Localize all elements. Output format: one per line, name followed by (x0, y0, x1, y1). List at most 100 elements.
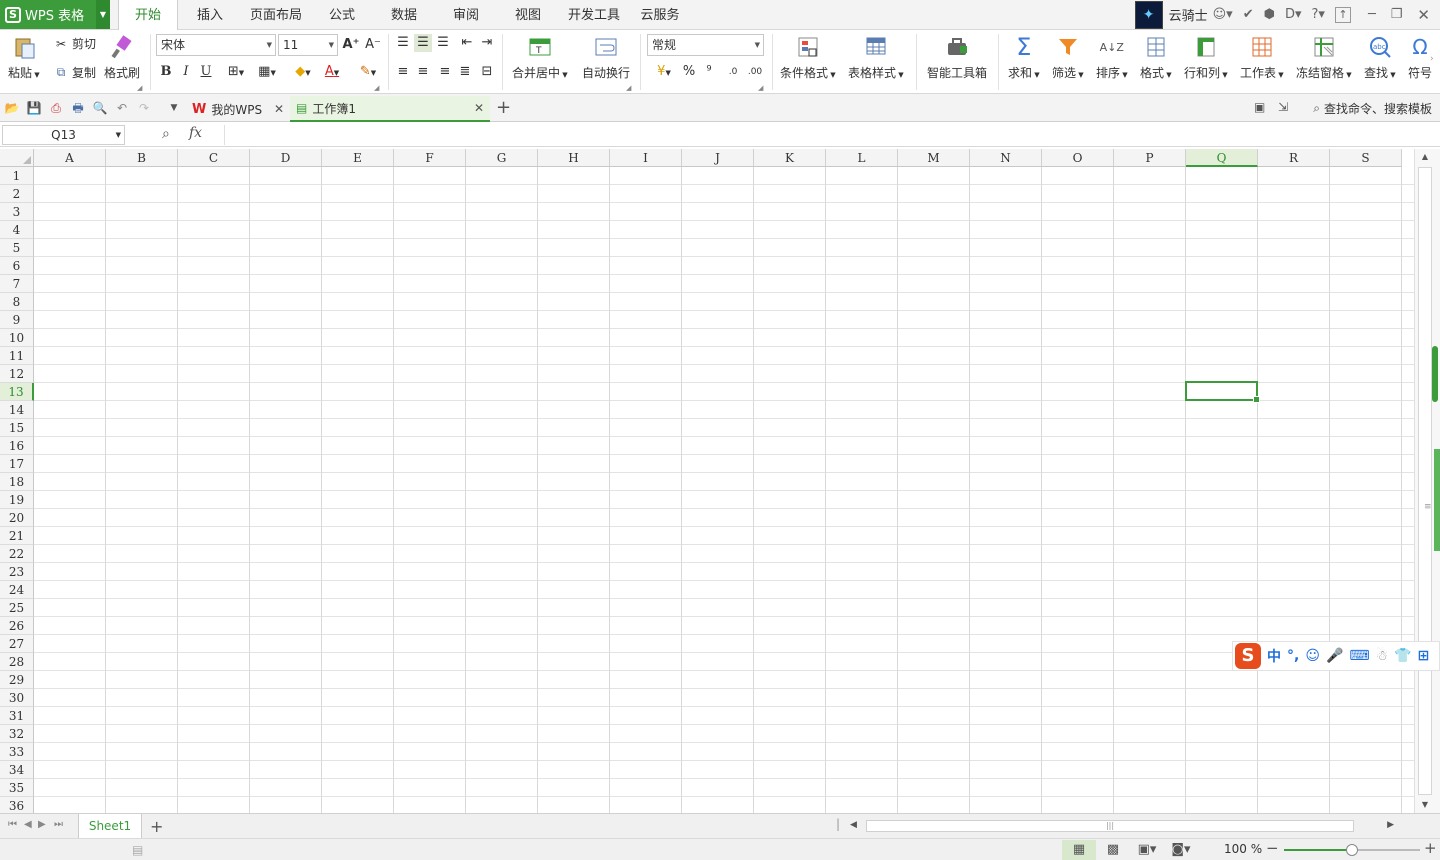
last-sheet-icon[interactable]: ⏭ (54, 819, 63, 830)
minimize-icon[interactable]: ─ (1368, 7, 1376, 22)
column-header[interactable]: C (178, 149, 250, 167)
currency-icon[interactable]: ¥▼ (650, 63, 678, 81)
zoom-slider[interactable] (1284, 844, 1420, 856)
row-header[interactable]: 20 (0, 509, 34, 527)
side-panel-handle[interactable] (1432, 346, 1438, 402)
scroll-down-icon[interactable]: ▼ (1418, 800, 1432, 809)
decrease-font-icon[interactable]: A⁻ (364, 36, 382, 54)
row-header[interactable]: 26 (0, 617, 34, 635)
normal-view-icon[interactable]: ▦ (1062, 840, 1096, 860)
font-name-select[interactable]: 宋体 ▼ (156, 34, 276, 56)
select-all-corner[interactable] (0, 149, 34, 167)
conditional-format-button[interactable]: 条件格式 ▼ (780, 34, 836, 81)
font-size-select[interactable]: 11 ▼ (278, 34, 338, 56)
row-header[interactable]: 32 (0, 725, 34, 743)
column-header[interactable]: I (610, 149, 682, 167)
align-middle-icon[interactable]: ☰ (414, 34, 432, 52)
row-header[interactable]: 29 (0, 671, 34, 689)
increase-indent-icon[interactable]: ⇥ (478, 34, 496, 52)
cell-area[interactable] (34, 167, 1414, 813)
symbol-button[interactable]: Ω 符号 (1408, 34, 1432, 81)
rows-cols-button[interactable]: 行和列 ▼ (1184, 34, 1228, 81)
row-header[interactable]: 19 (0, 491, 34, 509)
column-header[interactable]: F (394, 149, 466, 167)
tab-page-layout[interactable]: 页面布局 (246, 0, 306, 30)
decrease-decimal-icon[interactable]: .00 (746, 63, 764, 81)
vertical-scroll-track[interactable]: ≡ (1418, 167, 1432, 795)
chinese-mode-icon[interactable]: 中 (1267, 646, 1281, 666)
fx-icon[interactable]: fx (189, 125, 202, 141)
app-menu-dropdown-icon[interactable]: ▼ (96, 0, 110, 29)
wrap-text-button[interactable]: 自动换行 (582, 34, 630, 81)
feedback-icon[interactable]: ✔ (1243, 7, 1254, 22)
ime-toolbar[interactable]: S 中 °, ☺ 🎤 ⌨ ☃ 👕 ⊞ (1232, 641, 1440, 671)
tab-view[interactable]: 视图 (506, 0, 550, 30)
column-header[interactable]: L (826, 149, 898, 167)
comma-button[interactable]: ⁹ (700, 63, 718, 81)
row-header[interactable]: 24 (0, 581, 34, 599)
row-header[interactable]: 28 (0, 653, 34, 671)
print-icon[interactable]: 🖶 (70, 100, 86, 116)
keyboard-icon[interactable]: ⌨ (1349, 648, 1369, 664)
close-tab-icon[interactable]: ✕ (274, 102, 284, 116)
first-sheet-icon[interactable]: ⏮ (8, 819, 17, 830)
align-right-icon[interactable]: ≡ (436, 63, 454, 81)
row-header[interactable]: 3 (0, 203, 34, 221)
row-header[interactable]: 7 (0, 275, 34, 293)
settings-icon[interactable]: ⬢ (1264, 7, 1275, 22)
new-tab-icon[interactable]: + (496, 97, 511, 118)
scroll-left-icon[interactable]: ◀ (850, 820, 857, 830)
font-color-icon[interactable]: A▼ (318, 63, 346, 81)
zoom-level[interactable]: 100 % (1224, 842, 1262, 856)
format-button[interactable]: 格式 ▼ (1140, 34, 1172, 81)
document-status-icon[interactable]: ▤ (132, 843, 143, 857)
row-header[interactable]: 36 (0, 797, 34, 813)
side-panel-tab[interactable] (1434, 449, 1440, 551)
cell-style-icon[interactable]: ▦▼ (253, 63, 281, 81)
scroll-up-icon[interactable]: ▲ (1418, 152, 1432, 161)
tab-review[interactable]: 审阅 (444, 0, 488, 30)
add-sheet-icon[interactable]: + (150, 817, 163, 836)
row-header[interactable]: 5 (0, 239, 34, 257)
number-launcher-icon[interactable]: ◢ (758, 84, 763, 92)
row-header[interactable]: 34 (0, 761, 34, 779)
border-icon[interactable]: ⊞▼ (222, 63, 250, 81)
clipboard-launcher-icon[interactable]: ◢ (137, 84, 142, 92)
close-icon[interactable]: ✕ (1417, 6, 1430, 24)
merge-center-button[interactable]: T 合并居中 ▼ (512, 34, 568, 81)
row-header[interactable]: 33 (0, 743, 34, 761)
tab-my-wps[interactable]: W 我的WPS ✕ (186, 96, 290, 122)
row-header[interactable]: 22 (0, 545, 34, 563)
row-header[interactable]: 11 (0, 347, 34, 365)
tab-home[interactable]: 开始 (118, 0, 178, 31)
row-header[interactable]: 18 (0, 473, 34, 491)
column-header[interactable]: G (466, 149, 538, 167)
row-header[interactable]: 13 (0, 383, 34, 401)
fill-color-icon[interactable]: ◆▼ (289, 63, 317, 81)
tab-workbook1[interactable]: ▤ 工作簿1 ✕ (290, 96, 490, 122)
underline-button[interactable]: U (197, 63, 215, 81)
help-icon[interactable]: ?▾ (1312, 7, 1325, 22)
undo-icon[interactable]: ↶ (114, 100, 130, 116)
column-header[interactable]: R (1258, 149, 1330, 167)
align-left-icon[interactable]: ≡ (394, 63, 412, 81)
row-header[interactable]: 17 (0, 455, 34, 473)
customize-dropdown-icon[interactable]: ▼ (166, 100, 182, 116)
row-header[interactable]: 10 (0, 329, 34, 347)
share-icon[interactable]: ⇲ (1278, 100, 1288, 114)
sort-button[interactable]: A↓Z 排序 ▼ (1096, 34, 1128, 81)
tab-developer[interactable]: 开发工具 (566, 0, 622, 30)
cut-button[interactable]: ✂ 剪切 (53, 35, 96, 52)
tab-insert[interactable]: 插入 (184, 0, 236, 30)
zoom-slider-knob[interactable] (1346, 844, 1358, 856)
open-icon[interactable]: 📂 (4, 100, 20, 116)
user-name[interactable]: 云骑士 (1169, 5, 1208, 24)
next-sheet-icon[interactable]: ▶ (38, 819, 46, 830)
justify-icon[interactable]: ≣ (456, 63, 474, 81)
align-bottom-icon[interactable]: ☰ (434, 34, 452, 52)
percent-button[interactable]: % (680, 63, 698, 81)
row-header[interactable]: 2 (0, 185, 34, 203)
user-icon[interactable]: ☃ (1376, 648, 1389, 664)
worksheet-button[interactable]: 工作表 ▼ (1240, 34, 1284, 81)
smart-toolbox-button[interactable]: 智能工具箱 (927, 34, 987, 81)
